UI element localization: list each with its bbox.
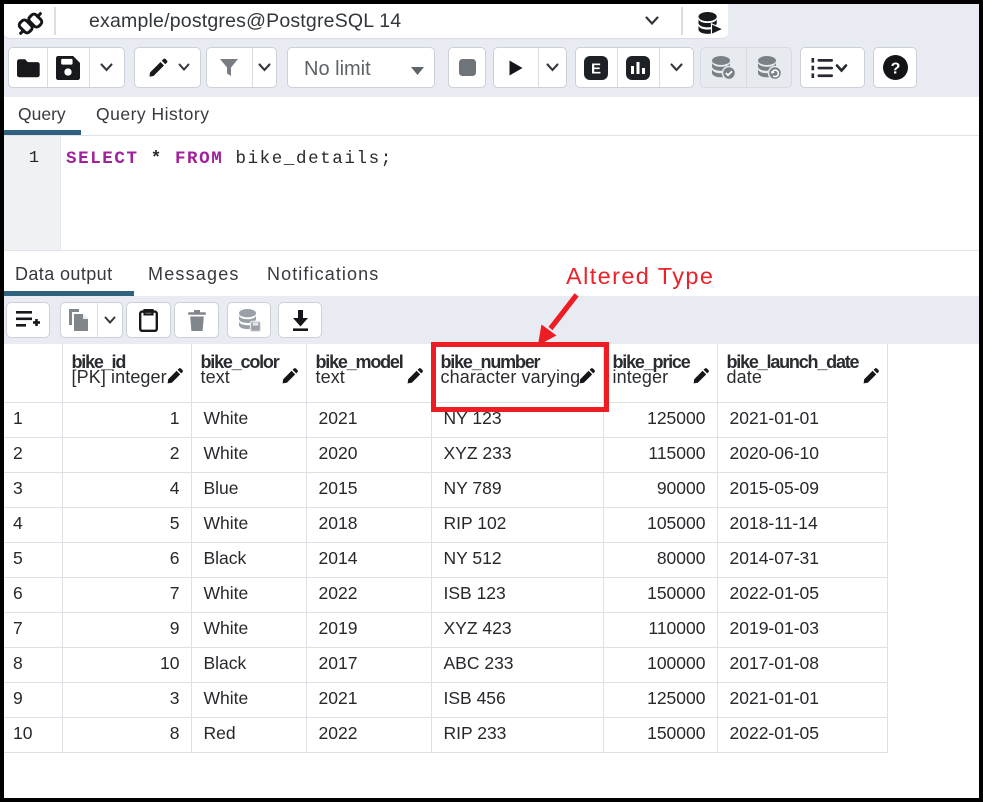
svg-text:E: E (591, 60, 601, 77)
svg-text:?: ? (890, 61, 900, 78)
